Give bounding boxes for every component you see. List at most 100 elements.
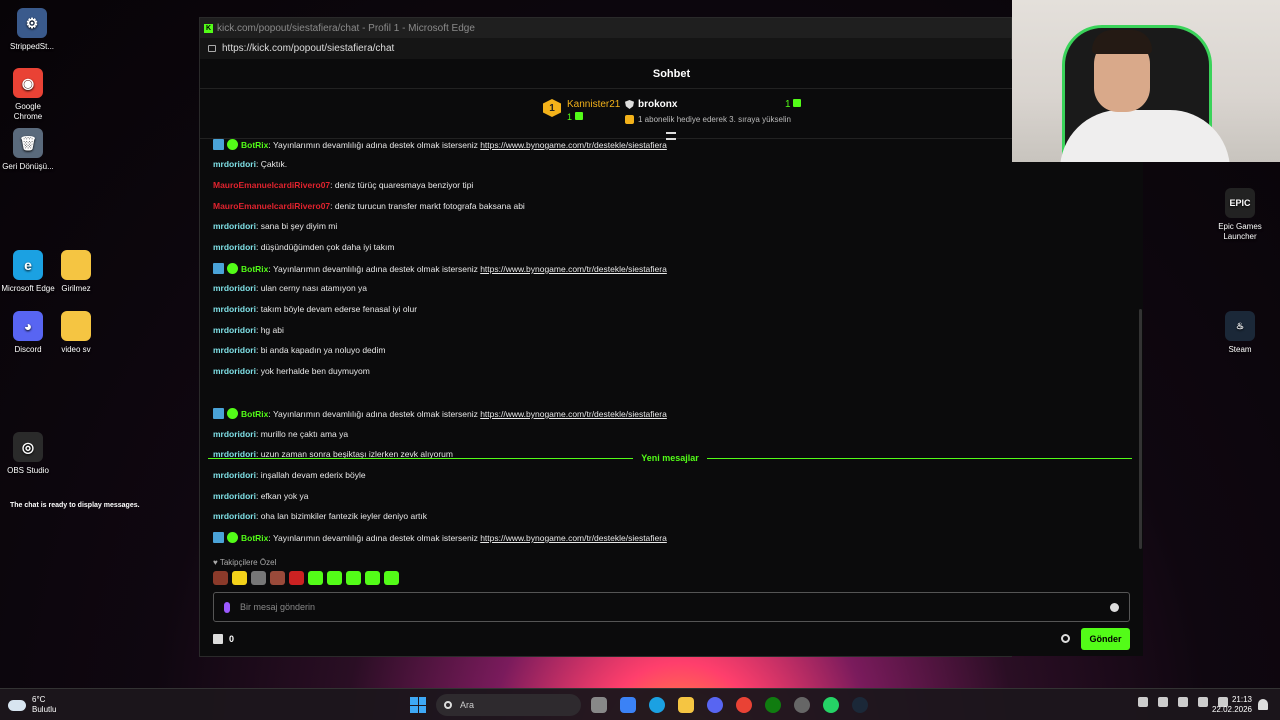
message-username[interactable]: MauroEmanuelcardiRivero07	[213, 180, 330, 190]
app-icon	[61, 250, 91, 280]
message-username[interactable]: BotRix	[241, 533, 268, 543]
app-icon: EPIC	[1225, 188, 1255, 218]
notification-bell-icon[interactable]	[1258, 699, 1268, 710]
gear-icon[interactable]	[1061, 634, 1070, 643]
message-username[interactable]: BotRix	[241, 140, 268, 150]
message-username[interactable]: mrdoridori	[213, 283, 256, 293]
kick-logo-icon: K	[204, 23, 213, 33]
cloud-icon	[8, 699, 26, 711]
explorer-taskbar-icon[interactable]	[678, 697, 694, 713]
volume-icon[interactable]	[1198, 697, 1208, 707]
app-taskbar-icon[interactable]	[794, 697, 810, 713]
emote-icon[interactable]	[251, 571, 266, 585]
chat-message: BotRix: Yayınlarımın devamlılığı adına d…	[213, 139, 667, 150]
emote-icon[interactable]	[346, 571, 361, 585]
message-username[interactable]: mrdoridori	[213, 470, 256, 480]
desktop-icon[interactable]: EPIC Epic Games Launcher	[1208, 188, 1272, 242]
copilot-icon[interactable]	[620, 697, 636, 713]
message-username[interactable]: mrdoridori	[213, 345, 256, 355]
address-bar[interactable]: https://kick.com/popout/siestafiera/chat	[200, 38, 1011, 60]
message-text: : bi anda kapadın ya noluyo dedim	[255, 345, 386, 355]
shield-icon	[625, 100, 634, 109]
desktop-icon-label: StrippedSt...	[9, 42, 55, 51]
message-text: : ulan cerny nası atamıyon ya	[255, 283, 368, 293]
chrome-taskbar-icon[interactable]	[736, 697, 752, 713]
chat-input-box[interactable]	[213, 592, 1130, 622]
network-icon[interactable]	[1178, 697, 1188, 707]
emote-icon[interactable]	[289, 571, 304, 585]
message-username[interactable]: BotRix	[241, 264, 268, 274]
title-bar[interactable]: K kick.com/popout/siestafiera/chat - Pro…	[200, 18, 1011, 38]
chevron-up-icon[interactable]	[1138, 697, 1148, 707]
webcam-overlay	[1012, 0, 1280, 162]
mic-icon[interactable]	[224, 601, 230, 613]
emoji-icon[interactable]	[1110, 602, 1119, 612]
message-username[interactable]: MauroEmanuelcardiRivero07	[213, 201, 330, 211]
message-username[interactable]: mrdoridori	[213, 491, 256, 501]
chat-message: MauroEmanuelcardiRivero07: deniz turucun…	[213, 201, 525, 211]
message-text: : oha lan bizimkiler fantezik ieyler den…	[255, 511, 428, 521]
app-icon: 🗑	[13, 128, 43, 158]
message-link[interactable]: https://www.bynogame.com/tr/destekle/sie…	[480, 140, 667, 150]
microphone-icon[interactable]	[1158, 697, 1168, 707]
emote-icon[interactable]	[270, 571, 285, 585]
message-username[interactable]: mrdoridori	[213, 242, 256, 252]
message-username[interactable]: mrdoridori	[213, 511, 256, 521]
message-text: : inşallah devam ederix böyle	[255, 470, 366, 480]
top-gifter-name[interactable]: Kannister21	[567, 99, 620, 111]
message-username[interactable]: BotRix	[241, 409, 268, 419]
desktop-icon[interactable]: 🗑 Geri Dönüşü...	[0, 128, 56, 172]
send-button[interactable]: Gönder	[1081, 628, 1130, 650]
desktop-icon[interactable]: ◎ OBS Studio	[0, 432, 56, 476]
task-view-icon[interactable]	[591, 697, 607, 713]
desktop-icon[interactable]: ♨ Steam	[1208, 311, 1272, 355]
collapse-icon[interactable]	[666, 132, 676, 140]
weather-widget[interactable]: 6°C Bulutlu	[8, 695, 56, 715]
emote-icon[interactable]	[213, 571, 228, 585]
message-username[interactable]: mrdoridori	[213, 429, 256, 439]
edge-taskbar-icon[interactable]	[649, 697, 665, 713]
message-text: : Yayınlarımın devamlılığı adına destek …	[268, 409, 481, 419]
chat-message: mrdoridori: ulan cerny nası atamıyon ya	[213, 283, 367, 293]
emote-icon[interactable]	[365, 571, 380, 585]
emote-icon[interactable]	[308, 571, 323, 585]
emote-icon[interactable]	[384, 571, 399, 585]
app-icon: ⚙	[17, 8, 47, 38]
desktop-icon[interactable]: Girilmez	[48, 250, 104, 294]
search-icon	[444, 701, 452, 709]
message-text: : takım böyle devam ederse fenasal iyi o…	[255, 304, 418, 314]
desktop-icon[interactable]: ⚙ StrippedSt...	[4, 8, 60, 52]
taskbar-search[interactable]: Ara	[436, 694, 581, 716]
desktop-icon-label: Epic Games Launcher	[1218, 222, 1262, 241]
desktop-icon[interactable]: ◉ Google Chrome	[0, 68, 56, 122]
message-username[interactable]: mrdoridori	[213, 221, 256, 231]
desktop-icon[interactable]: video sv	[48, 311, 104, 355]
chat-message: mrdoridori: Çaktık.	[213, 159, 287, 169]
clock[interactable]: 21:13 22.02.2026	[1210, 695, 1252, 715]
emote-icon[interactable]	[327, 571, 342, 585]
chat-panel: Sohbet 1 Kannister21 1 brokonx 1 1 abone…	[200, 59, 1143, 656]
start-button[interactable]	[410, 697, 426, 713]
whatsapp-taskbar-icon[interactable]	[823, 697, 839, 713]
emote-section-label: ♥ Takipçilere Özel	[213, 558, 277, 567]
message-link[interactable]: https://www.bynogame.com/tr/destekle/sie…	[480, 409, 667, 419]
url-text[interactable]: https://kick.com/popout/siestafiera/chat	[222, 43, 394, 54]
clock-time: 21:13	[1231, 695, 1252, 704]
taskbar: 6°C Bulutlu Ara 21:13 22.02.2026	[0, 688, 1280, 720]
chat-message-input[interactable]	[240, 602, 1100, 612]
xbox-taskbar-icon[interactable]	[765, 697, 781, 713]
discord-taskbar-icon[interactable]	[707, 697, 723, 713]
message-link[interactable]: https://www.bynogame.com/tr/destekle/sie…	[480, 533, 667, 543]
pinned-user-name[interactable]: brokonx	[638, 99, 677, 110]
desktop-icon-label: Google Chrome	[13, 102, 43, 121]
message-username[interactable]: mrdoridori	[213, 159, 256, 169]
chat-scrollbar[interactable]	[1139, 309, 1142, 549]
steam-taskbar-icon[interactable]	[852, 697, 868, 713]
message-username[interactable]: mrdoridori	[213, 304, 256, 314]
message-link[interactable]: https://www.bynogame.com/tr/destekle/sie…	[480, 264, 667, 274]
message-username[interactable]: mrdoridori	[213, 325, 256, 335]
store-icon[interactable]	[213, 634, 223, 644]
emote-icon[interactable]	[232, 571, 247, 585]
chat-bottom-bar: 0 Gönder	[213, 628, 1130, 650]
message-username[interactable]: mrdoridori	[213, 366, 256, 376]
